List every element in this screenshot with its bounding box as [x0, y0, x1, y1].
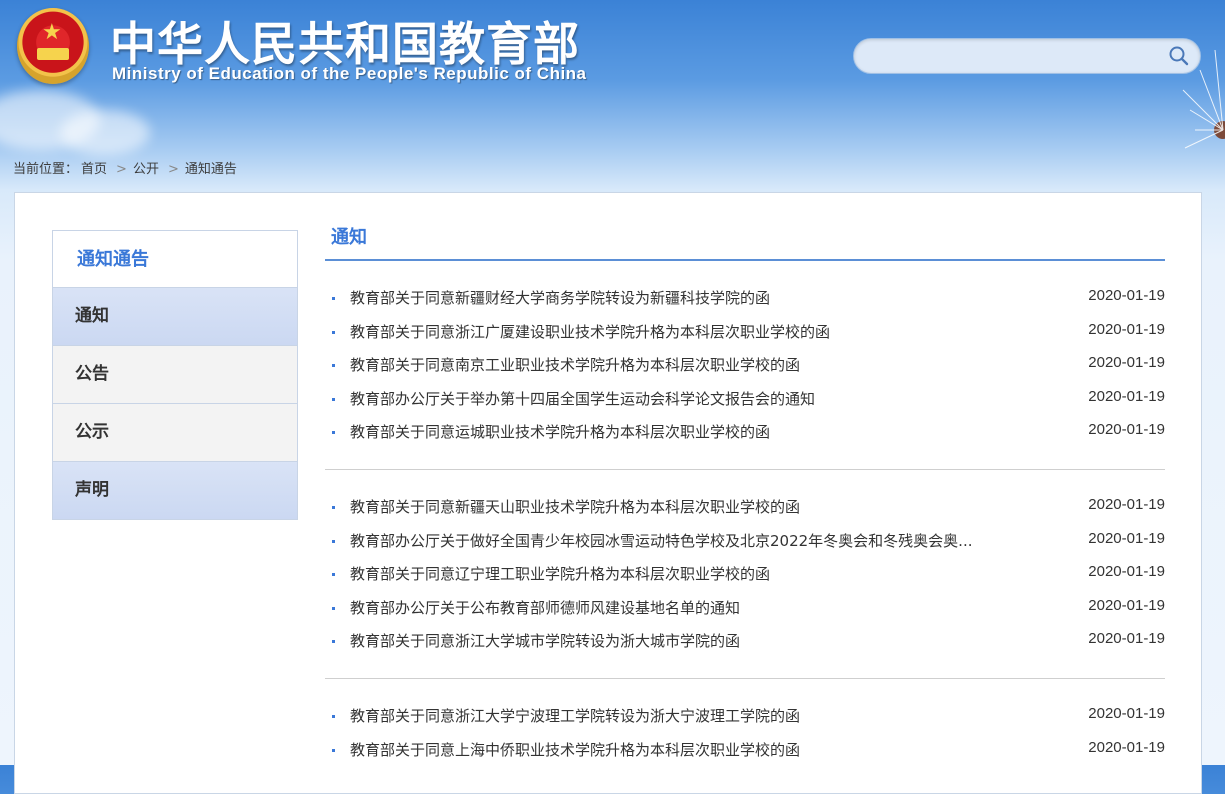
- news-date: 2020-01-19: [1088, 704, 1165, 722]
- news-link[interactable]: 教育部关于同意南京工业职业技术学院升格为本科层次职业学校的函: [350, 355, 1050, 375]
- list-item: 教育部办公厅关于举办第十四届全国学生运动会科学论文报告会的通知 2020-01-1…: [325, 387, 1165, 423]
- news-date: 2020-01-19: [1088, 738, 1165, 756]
- news-date: 2020-01-19: [1088, 421, 1165, 439]
- dandelion-decoration-icon: [1182, 49, 1225, 149]
- news-link[interactable]: 教育部办公厅关于举办第十四届全国学生运动会科学论文报告会的通知: [350, 389, 1050, 409]
- news-date: 2020-01-19: [1088, 563, 1165, 581]
- list-item: 教育部关于同意南京工业职业技术学院升格为本科层次职业学校的函 2020-01-19: [325, 354, 1165, 389]
- list-item: 教育部关于同意新疆财经大学商务学院转设为新疆科技学院的函 2020-01-19: [325, 287, 1165, 322]
- sidebar-item-publicity[interactable]: 公示: [53, 404, 297, 462]
- list-item: 教育部关于同意运城职业技术学院升格为本科层次职业学校的函 2020-01-19: [325, 421, 1165, 456]
- cloud-decoration: [60, 110, 150, 155]
- header: ★ 中华人民共和国教育部 Ministry of Education of th…: [0, 0, 1225, 155]
- news-date: 2020-01-19: [1088, 529, 1165, 547]
- list-item: 教育部关于同意浙江广厦建设职业技术学院升格为本科层次职业学校的函 2020-01-…: [325, 320, 1165, 356]
- breadcrumb-public-link[interactable]: 公开: [133, 162, 159, 177]
- breadcrumb-separator: >: [167, 162, 179, 177]
- news-date: 2020-01-19: [1088, 287, 1165, 304]
- news-link[interactable]: 教育部关于同意浙江广厦建设职业技术学院升格为本科层次职业学校的函: [350, 322, 1050, 342]
- site-title-en[interactable]: Ministry of Education of the People's Re…: [112, 64, 587, 84]
- list-item: 教育部关于同意辽宁理工职业学院升格为本科层次职业学校的函 2020-01-19: [325, 563, 1165, 598]
- breadcrumb: 当前位置： 首页 > 公开 > 通知通告: [13, 158, 240, 177]
- list-item: 教育部关于同意浙江大学城市学院转设为浙大城市学院的函 2020-01-19: [325, 630, 1165, 665]
- news-group: 教育部关于同意新疆财经大学商务学院转设为新疆科技学院的函 2020-01-19 教…: [325, 261, 1165, 470]
- breadcrumb-prefix: 当前位置：: [13, 162, 79, 177]
- bullet-icon: [332, 364, 335, 368]
- search-input[interactable]: [868, 45, 1162, 69]
- sidebar-item-notice[interactable]: 通知: [53, 288, 297, 346]
- news-link[interactable]: 教育部关于同意新疆天山职业技术学院升格为本科层次职业学校的函: [350, 497, 1050, 517]
- news-date: 2020-01-19: [1088, 354, 1165, 372]
- news-link[interactable]: 教育部关于同意浙江大学宁波理工学院转设为浙大宁波理工学院的函: [350, 706, 1050, 726]
- list-item: 教育部关于同意上海中侨职业技术学院升格为本科层次职业学校的函 2020-01-19: [325, 738, 1165, 774]
- sidebar: 通知通告 通知 公告 公示 声明: [52, 230, 298, 520]
- bullet-icon: [332, 431, 335, 435]
- bullet-icon: [332, 539, 335, 543]
- list-item: 教育部办公厅关于公布教育部师德师风建设基地名单的通知 2020-01-19: [325, 596, 1165, 632]
- bullet-icon: [332, 606, 335, 610]
- news-link[interactable]: 教育部办公厅关于做好全国青少年校园冰雪运动特色学校及北京2022年冬奥会和冬残奥…: [350, 531, 1050, 551]
- sidebar-heading[interactable]: 通知通告: [53, 231, 297, 288]
- bullet-icon: [332, 640, 335, 644]
- search-box: [853, 38, 1201, 74]
- news-group: 教育部关于同意新疆天山职业技术学院升格为本科层次职业学校的函 2020-01-19…: [325, 470, 1165, 679]
- news-date: 2020-01-19: [1088, 387, 1165, 405]
- news-link[interactable]: 教育部关于同意上海中侨职业技术学院升格为本科层次职业学校的函: [350, 740, 1050, 760]
- sidebar-item-announcement[interactable]: 公告: [53, 346, 297, 404]
- content-area: 通知 教育部关于同意新疆财经大学商务学院转设为新疆科技学院的函 2020-01-1…: [325, 223, 1165, 786]
- main-panel: 通知通告 通知 公告 公示 声明 通知 教育部关于同意新疆财经大学商务学院转设为…: [14, 192, 1202, 794]
- list-item: 教育部办公厅关于做好全国青少年校园冰雪运动特色学校及北京2022年冬奥会和冬残奥…: [325, 529, 1165, 565]
- sidebar-item-statement[interactable]: 声明: [53, 462, 297, 519]
- content-title: 通知: [325, 223, 1165, 261]
- bullet-icon: [332, 330, 335, 334]
- bullet-icon: [332, 573, 335, 577]
- news-date: 2020-01-19: [1088, 320, 1165, 338]
- news-date: 2020-01-19: [1088, 630, 1165, 648]
- list-item: 教育部关于同意浙江大学宁波理工学院转设为浙大宁波理工学院的函 2020-01-19: [325, 704, 1165, 740]
- breadcrumb-home-link[interactable]: 首页: [81, 162, 107, 177]
- bullet-icon: [332, 748, 335, 752]
- bullet-icon: [332, 297, 335, 300]
- breadcrumb-current[interactable]: 通知通告: [185, 162, 237, 177]
- news-link[interactable]: 教育部关于同意浙江大学城市学院转设为浙大城市学院的函: [350, 631, 1050, 651]
- news-group: 教育部关于同意浙江大学宁波理工学院转设为浙大宁波理工学院的函 2020-01-19…: [325, 679, 1165, 786]
- news-link[interactable]: 教育部办公厅关于公布教育部师德师风建设基地名单的通知: [350, 598, 1050, 618]
- news-link[interactable]: 教育部关于同意新疆财经大学商务学院转设为新疆科技学院的函: [350, 288, 1050, 308]
- bullet-icon: [332, 397, 335, 401]
- bullet-icon: [332, 505, 335, 509]
- news-link[interactable]: 教育部关于同意辽宁理工职业学院升格为本科层次职业学校的函: [350, 564, 1050, 584]
- list-item: 教育部关于同意新疆天山职业技术学院升格为本科层次职业学校的函 2020-01-19: [325, 495, 1165, 531]
- national-emblem-icon[interactable]: ★: [17, 8, 89, 84]
- bullet-icon: [332, 714, 335, 718]
- news-date: 2020-01-19: [1088, 596, 1165, 614]
- news-link[interactable]: 教育部关于同意运城职业技术学院升格为本科层次职业学校的函: [350, 422, 1050, 442]
- news-date: 2020-01-19: [1088, 495, 1165, 513]
- breadcrumb-separator: >: [116, 162, 127, 177]
